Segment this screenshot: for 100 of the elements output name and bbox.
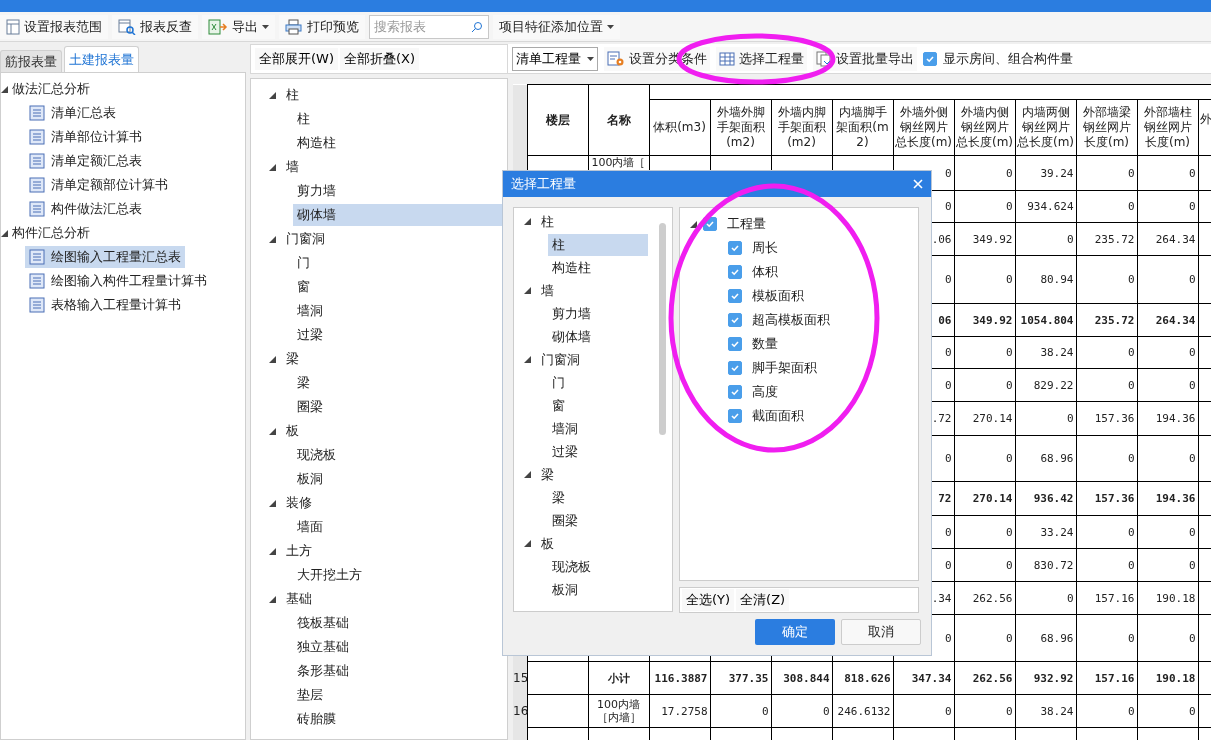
table-cell: 347.34 [893,661,954,695]
toolbar-button[interactable]: 全部折叠(X) [340,48,420,70]
document-icon [29,129,45,145]
tree-item[interactable]: 现浇板 [548,555,648,578]
tab[interactable]: 土建报表量 [64,46,139,72]
tree-group[interactable]: 柱 [541,212,554,231]
tree-item[interactable]: 剪力墙 [548,302,648,325]
tree-group[interactable]: 构件汇总分析 [12,224,90,242]
report-item[interactable]: 表格输入工程量计算书 [25,294,185,316]
tree-item[interactable]: 垫层 [293,684,507,706]
check-icon [730,363,740,373]
tree-item[interactable]: 柱 [293,108,507,130]
tree-item[interactable]: 构造柱 [293,132,507,154]
expanded-triangle-icon[interactable] [1,85,8,93]
tree-item[interactable]: 板洞 [548,578,648,601]
expanded-triangle-icon[interactable] [1,229,8,237]
search-icon [471,20,483,33]
tree-group[interactable]: 柱 [286,86,299,104]
dropdown-button[interactable]: 项目特征添加位置 [493,14,620,39]
tree-group[interactable]: 墙 [286,158,299,176]
table-cell: 0 [954,614,1015,662]
tree-group[interactable]: 墙 [541,281,554,300]
expanded-triangle-icon[interactable] [524,471,531,478]
checkbox[interactable] [923,51,937,66]
tree-group[interactable]: 板 [541,534,554,553]
tree-item[interactable]: 门 [548,371,648,394]
tree-group[interactable]: 做法汇总分析 [12,80,90,98]
report-item[interactable]: 清单汇总表 [25,102,120,124]
table-icon [719,51,735,66]
expanded-triangle-icon[interactable] [524,287,531,294]
selection-button[interactable]: 全清(Z) [736,589,790,611]
tree-group[interactable]: 土方 [286,542,312,560]
expanded-triangle-icon[interactable] [269,595,276,603]
table-cell: 0 [1137,435,1198,482]
expanded-triangle-icon[interactable] [269,499,276,507]
report-item[interactable]: 清单定额部位计算书 [25,174,172,196]
checkbox[interactable] [728,265,742,279]
tree-group[interactable]: 梁 [541,465,554,484]
report-item[interactable]: 清单部位计算书 [25,126,146,148]
checkbox[interactable] [728,313,742,327]
toolbar-button[interactable]: 导出 [202,14,275,39]
tab[interactable]: 筋报表量 [0,50,62,72]
expanded-triangle-icon[interactable] [269,547,276,555]
table-cell: 39.24 [1015,155,1076,191]
tree-item[interactable]: 过梁 [548,440,648,463]
expanded-triangle-icon[interactable] [524,356,531,363]
cancel-button[interactable]: 取消 [841,619,921,645]
expanded-triangle-icon[interactable] [269,163,276,171]
tree-item[interactable]: 墙洞 [548,417,648,440]
quantity-type-dropdown[interactable]: 清单工程量 [512,46,598,71]
report-item[interactable]: 构件做法汇总表 [25,198,146,220]
expanded-triangle-icon[interactable] [269,91,276,99]
expanded-triangle-icon[interactable] [269,355,276,363]
expanded-triangle-icon[interactable] [524,540,531,547]
report-item[interactable]: 绘图输入工程量汇总表 [25,246,185,268]
expanded-triangle-icon[interactable] [269,427,276,435]
toolbar-button[interactable]: 打印预览 [279,14,365,39]
table-cell: 0 [1137,694,1198,728]
selection-button[interactable]: 全选(Y) [682,589,735,611]
tree-item[interactable]: 梁 [548,486,648,509]
tree-item[interactable]: 圈梁 [548,509,648,532]
checkbox[interactable] [728,337,742,351]
expanded-triangle-icon[interactable] [269,235,276,243]
tree-item[interactable]: 窗 [548,394,648,417]
tree-item[interactable]: 砖胎膜 [293,708,507,730]
table-cell: 0 [1076,255,1137,304]
expanded-triangle-icon[interactable] [524,218,531,225]
checkbox[interactable] [728,289,742,303]
toolbar-button[interactable]: 设置报表范围 [0,14,108,39]
toolbar-button[interactable]: 设置批量导出 [813,46,917,71]
tree-group[interactable]: 梁 [286,350,299,368]
expanded-triangle-icon[interactable] [690,220,697,228]
tree-group[interactable]: 装修 [286,494,312,512]
checkbox-label: 显示房间、组合构件量 [943,49,1073,68]
ok-button[interactable]: 确定 [755,619,835,645]
tree-group[interactable]: 门窗洞 [541,350,580,369]
report-item[interactable]: 绘图输入构件工程量计算书 [25,270,211,292]
toolbar-button[interactable]: 全部展开(W) [255,48,338,70]
tree-item[interactable]: 砌体墙 [548,325,648,348]
column-header: 名称 [588,84,649,156]
report-item[interactable]: 清单定额汇总表 [25,150,146,172]
checkbox[interactable] [728,385,742,399]
scrollbar-thumb[interactable] [659,223,666,435]
tree-group[interactable]: 门窗洞 [286,230,325,248]
tree-group[interactable]: 基础 [286,590,312,608]
table-cell: 0 [1015,581,1076,615]
close-button[interactable] [913,179,923,189]
tree-item[interactable]: 条形基础 [293,660,507,682]
checkbox[interactable] [728,241,742,255]
table-cell: 0 [954,190,1015,223]
toolbar-button[interactable]: 报表反查 [112,14,198,39]
table-cell: 830.72 [1015,548,1076,582]
tree-item[interactable]: 柱 [548,233,648,256]
tree-group[interactable]: 板 [286,422,299,440]
table-cell: 68.96 [1015,614,1076,662]
checkbox[interactable] [728,361,742,375]
search-field[interactable]: 搜索报表 [369,14,489,39]
checkbox[interactable] [728,409,742,423]
toolbar-button[interactable]: 选择工程量 [716,46,807,71]
tree-item[interactable]: 构造柱 [548,256,648,279]
